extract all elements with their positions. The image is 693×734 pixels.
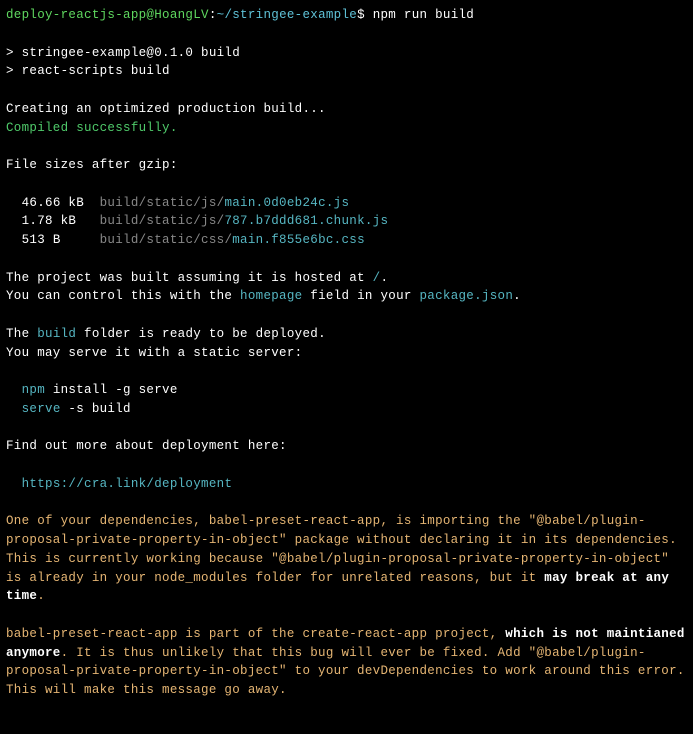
output-line: The — [6, 327, 37, 341]
output-line: . — [513, 289, 521, 303]
file-size: 513 B — [6, 233, 100, 247]
warning-text: babel-preset-react-app is part of the cr… — [6, 627, 505, 641]
output-line: > react-scripts build — [6, 64, 170, 78]
output-line: -s build — [61, 402, 131, 416]
output-line: . — [380, 271, 388, 285]
file-path: build/static/css/ — [100, 233, 233, 247]
file-name: main.f855e6bc.css — [232, 233, 365, 247]
file-size: 46.66 kB — [6, 196, 100, 210]
serve-command: serve — [22, 402, 61, 416]
output-line: folder is ready to be deployed. — [76, 327, 326, 341]
output-line: install -g serve — [45, 383, 178, 397]
package-json: package.json — [420, 289, 514, 303]
output-line: field in your — [302, 289, 419, 303]
prompt-dollar: $ — [357, 8, 373, 22]
output-line: You can control this with the — [6, 289, 240, 303]
npm-command: npm — [22, 383, 45, 397]
file-size: 1.78 kB — [6, 214, 100, 228]
warning-text: . It is thus unlikely that this bug will… — [6, 646, 693, 698]
output-line: > stringee-example@0.1.0 build — [6, 46, 240, 60]
file-name: 787.b7ddd681.chunk.js — [224, 214, 388, 228]
prompt-path: ~/stringee-example — [217, 8, 357, 22]
prompt-user-host: deploy-reactjs-app@HoangLV — [6, 8, 209, 22]
terminal-output: deploy-reactjs-app@HoangLV:~/stringee-ex… — [6, 6, 687, 700]
prompt-colon: : — [209, 8, 217, 22]
output-line: Find out more about deployment here: — [6, 439, 287, 453]
output-line: Creating an optimized production build..… — [6, 102, 326, 116]
output-line: File sizes after gzip: — [6, 158, 178, 172]
compiled-success: Compiled successfully. — [6, 121, 178, 135]
warning-text: . — [37, 589, 45, 603]
file-path: build/static/js/ — [100, 196, 225, 210]
deployment-link: https://cra.link/deployment — [22, 477, 233, 491]
output-line: The project was built assuming it is hos… — [6, 271, 373, 285]
build-folder: build — [37, 327, 76, 341]
homepage-field: homepage — [240, 289, 302, 303]
command-text: npm run build — [373, 8, 474, 22]
file-name: main.0d0eb24c.js — [224, 196, 349, 210]
output-line: You may serve it with a static server: — [6, 346, 302, 360]
file-path: build/static/js/ — [100, 214, 225, 228]
